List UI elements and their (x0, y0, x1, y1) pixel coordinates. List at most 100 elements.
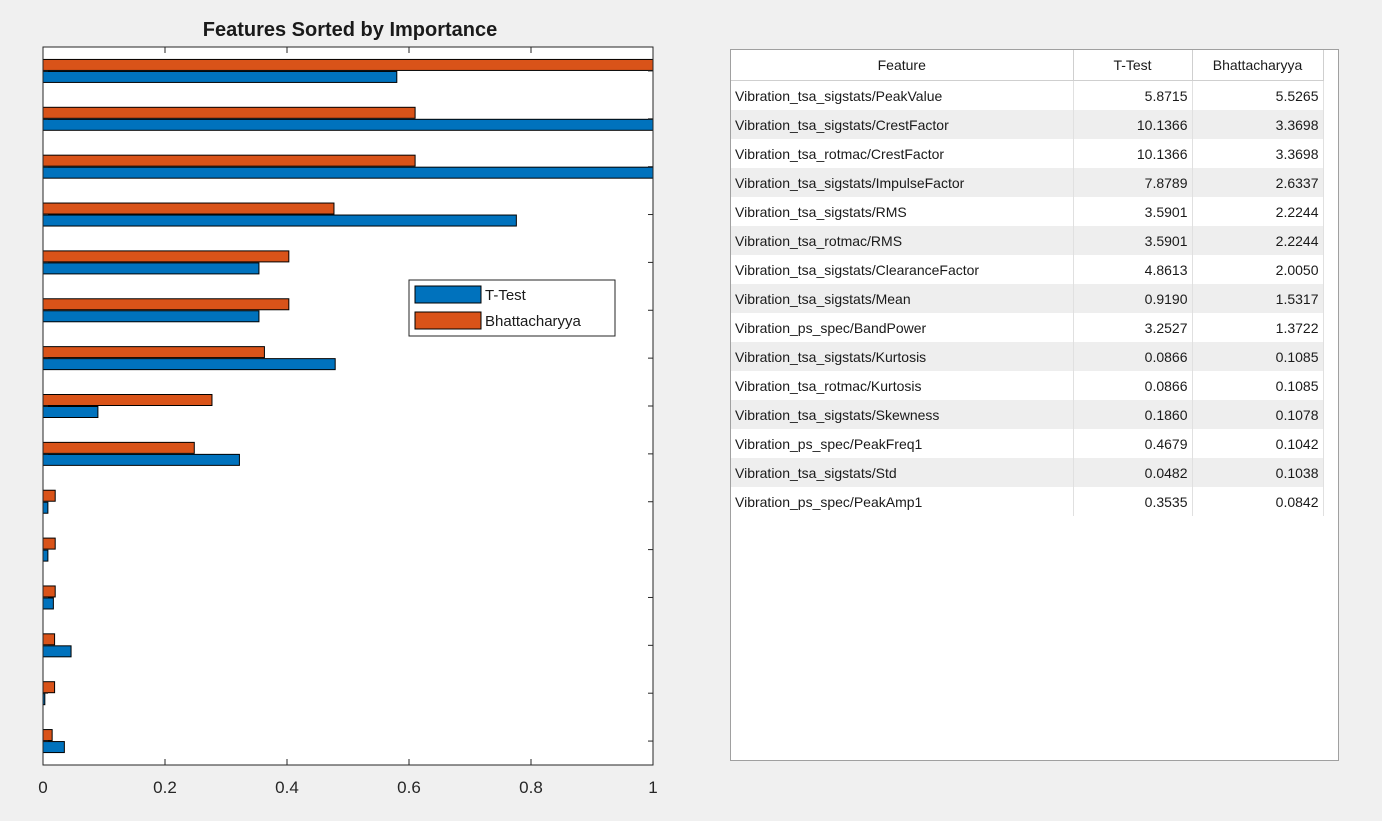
feature-table-panel[interactable]: Feature T-Test Bhattacharyya Vibration_t… (730, 49, 1339, 761)
cell-ttest[interactable]: 0.0866 (1073, 371, 1193, 400)
bar-bhattacharyya-11 (42, 537, 56, 550)
cell-bhattacharyya[interactable]: 5.5265 (1192, 80, 1324, 110)
cell-feature[interactable]: Vibration_ps_spec/PeakAmp1 (731, 487, 1074, 516)
column-header-bhattacharyya[interactable]: Bhattacharyya (1192, 50, 1324, 81)
x-tick-label: 0.4 (275, 778, 299, 797)
cell-ttest[interactable]: 10.1366 (1073, 110, 1193, 139)
bar-ttest-5 (42, 262, 260, 275)
cell-bhattacharyya[interactable]: 3.3698 (1192, 110, 1324, 139)
cell-feature[interactable]: Vibration_tsa_sigstats/ImpulseFactor (731, 168, 1074, 197)
bar-bhattacharyya-2 (42, 106, 416, 119)
cell-feature[interactable]: Vibration_tsa_sigstats/Std (731, 458, 1074, 487)
cell-ttest[interactable]: 4.8613 (1073, 255, 1193, 284)
cell-bhattacharyya[interactable]: 1.5317 (1192, 284, 1324, 313)
table-row[interactable]: Vibration_tsa_sigstats/Kurtosis 0.0866 0.1… (731, 342, 1324, 371)
table-row[interactable]: Vibration_tsa_sigstats/PeakValue 5.8715 5.… (731, 80, 1324, 110)
legend-label-bhattacharyya: Bhattacharyya (485, 313, 582, 330)
table-row[interactable]: Vibration_tsa_rotmac/CrestFactor 10.1366 3… (731, 139, 1324, 168)
cell-ttest[interactable]: 0.0482 (1073, 458, 1193, 487)
cell-feature[interactable]: Vibration_tsa_rotmac/Kurtosis (731, 371, 1074, 400)
cell-bhattacharyya[interactable]: 0.1042 (1192, 429, 1324, 458)
table-row[interactable]: Vibration_tsa_sigstats/RMS 3.5901 2.2244 (731, 197, 1324, 226)
cell-ttest[interactable]: 5.8715 (1073, 80, 1193, 110)
cell-bhattacharyya[interactable]: 0.1085 (1192, 371, 1324, 400)
x-tick-label: 0.8 (519, 778, 543, 797)
cell-ttest[interactable]: 3.5901 (1073, 226, 1193, 255)
bar-bhattacharyya-5 (42, 250, 290, 263)
bar-bhattacharyya-13 (42, 633, 56, 646)
bar-bhattacharyya-14 (42, 681, 56, 694)
chart-title: Features Sorted by Importance (203, 19, 498, 41)
cell-feature[interactable]: Vibration_tsa_sigstats/Mean (731, 284, 1074, 313)
table-row[interactable]: Vibration_tsa_sigstats/ClearanceFactor 4.… (731, 255, 1324, 284)
bar-ttest-10 (42, 501, 49, 514)
bar-ttest-11 (42, 549, 49, 562)
cell-feature[interactable]: Vibration_tsa_rotmac/RMS (731, 226, 1074, 255)
x-tick-label: 0.2 (153, 778, 177, 797)
bar-ttest-7 (42, 358, 336, 371)
cell-feature[interactable]: Vibration_tsa_sigstats/Skewness (731, 400, 1074, 429)
bar-ttest-8 (42, 406, 99, 418)
cell-ttest[interactable]: 0.9190 (1073, 284, 1193, 313)
table-row[interactable]: Vibration_tsa_sigstats/Mean 0.9190 1.5317 (731, 284, 1324, 313)
bar-bhattacharyya-10 (42, 489, 56, 502)
cell-ttest[interactable]: 3.5901 (1073, 197, 1193, 226)
x-tick-label: 1 (648, 778, 657, 797)
cell-ttest[interactable]: 10.1366 (1073, 139, 1193, 168)
cell-bhattacharyya[interactable]: 0.1078 (1192, 400, 1324, 429)
cell-feature[interactable]: Vibration_tsa_sigstats/PeakValue (731, 80, 1074, 110)
table-row[interactable]: Vibration_tsa_rotmac/RMS 3.5901 2.2244 (731, 226, 1324, 255)
cell-ttest[interactable]: 0.3535 (1073, 487, 1193, 516)
column-header-ttest[interactable]: T-Test (1073, 50, 1193, 81)
bar-ttest-6 (42, 310, 260, 323)
cell-feature[interactable]: Vibration_ps_spec/PeakFreq1 (731, 429, 1074, 458)
table-row[interactable]: Vibration_tsa_rotmac/Kurtosis 0.0866 0.108… (731, 371, 1324, 400)
importance-bar-chart: Features Sorted by Importance 0 0.2 0.4 0.6… (38, 19, 657, 797)
table-row[interactable]: Vibration_ps_spec/BandPower 3.2527 1.3722 (731, 313, 1324, 342)
cell-ttest[interactable]: 3.2527 (1073, 313, 1193, 342)
bar-ttest-3 (42, 166, 654, 179)
column-header-feature[interactable]: Feature (731, 50, 1074, 81)
table-row[interactable]: Vibration_ps_spec/PeakFreq1 0.4679 0.1042 (731, 429, 1324, 458)
cell-feature[interactable]: Vibration_tsa_sigstats/CrestFactor (731, 110, 1074, 139)
cell-feature[interactable]: Vibration_ps_spec/BandPower (731, 313, 1074, 342)
cell-bhattacharyya[interactable]: 2.2244 (1192, 226, 1324, 255)
bar-ttest-1 (42, 70, 398, 83)
cell-bhattacharyya[interactable]: 1.3722 (1192, 313, 1324, 342)
x-tick-label: 0 (38, 778, 47, 797)
bar-bhattacharyya-4 (42, 202, 335, 215)
legend-swatch-ttest (414, 285, 482, 304)
cell-ttest[interactable]: 7.8789 (1073, 168, 1193, 197)
cell-bhattacharyya[interactable]: 2.0050 (1192, 255, 1324, 284)
bar-bhattacharyya-15 (42, 729, 53, 742)
cell-feature[interactable]: Vibration_tsa_sigstats/Kurtosis (731, 342, 1074, 371)
legend-swatch-bhattacharyya (414, 311, 482, 330)
table-row[interactable]: Vibration_tsa_sigstats/ImpulseFactor 7.87… (731, 168, 1324, 197)
bar-ttest-12 (42, 597, 54, 610)
cell-ttest[interactable]: 0.4679 (1073, 429, 1193, 458)
cell-bhattacharyya[interactable]: 0.1085 (1192, 342, 1324, 371)
table-row[interactable]: Vibration_tsa_sigstats/Skewness 0.1860 0.1… (731, 400, 1324, 429)
legend[interactable]: T-Test Bhattacharyya (408, 279, 616, 337)
bar-bhattacharyya-9 (42, 441, 195, 454)
bar-ttest-15 (42, 741, 65, 754)
cell-bhattacharyya[interactable]: 2.2244 (1192, 197, 1324, 226)
bar-bhattacharyya-7 (42, 346, 265, 359)
cell-bhattacharyya[interactable]: 3.3698 (1192, 139, 1324, 168)
cell-ttest[interactable]: 0.1860 (1073, 400, 1193, 429)
table-row[interactable]: Vibration_ps_spec/PeakAmp1 0.3535 0.0842 (731, 487, 1324, 516)
table-row[interactable]: Vibration_tsa_sigstats/Std 0.0482 0.1038 (731, 458, 1324, 487)
bar-ttest-4 (42, 214, 517, 227)
cell-feature[interactable]: Vibration_tsa_sigstats/ClearanceFactor (731, 255, 1074, 284)
table-row[interactable]: Vibration_tsa_sigstats/CrestFactor 10.136… (731, 110, 1324, 139)
bar-bhattacharyya-3 (42, 154, 416, 167)
feature-ranking-table[interactable]: Feature T-Test Bhattacharyya Vibration_t… (731, 50, 1324, 516)
bar-bhattacharyya-1 (42, 58, 654, 71)
bar-bhattacharyya-12 (42, 585, 56, 598)
cell-feature[interactable]: Vibration_tsa_sigstats/RMS (731, 197, 1074, 226)
cell-bhattacharyya[interactable]: 0.1038 (1192, 458, 1324, 487)
cell-bhattacharyya[interactable]: 0.0842 (1192, 487, 1324, 516)
cell-feature[interactable]: Vibration_tsa_rotmac/CrestFactor (731, 139, 1074, 168)
cell-ttest[interactable]: 0.0866 (1073, 342, 1193, 371)
cell-bhattacharyya[interactable]: 2.6337 (1192, 168, 1324, 197)
